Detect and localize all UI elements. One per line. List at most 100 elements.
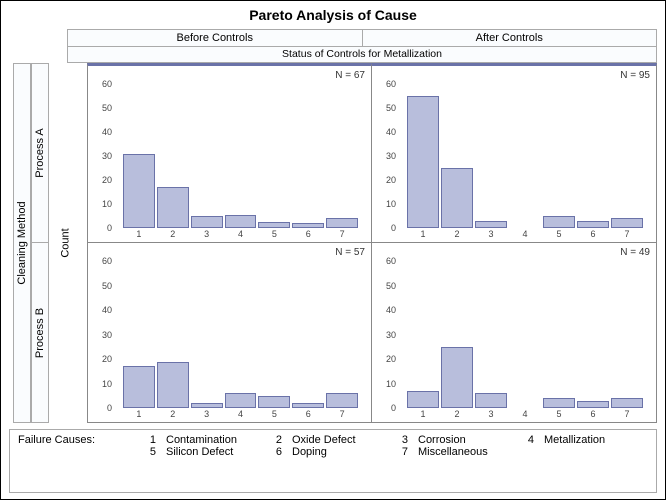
bar: [407, 96, 439, 228]
y-tick: 20: [102, 175, 112, 185]
bar: [191, 216, 223, 228]
x-tick: 4: [224, 229, 258, 241]
bar: [441, 168, 473, 228]
bars: [116, 249, 365, 408]
x-tick: 4: [224, 409, 258, 421]
x-tick: 1: [122, 409, 156, 421]
x-tick: 1: [406, 229, 440, 241]
bar: [225, 393, 257, 408]
x-tick: 7: [610, 409, 644, 421]
bars: [400, 249, 650, 408]
x-tick: 2: [440, 409, 474, 421]
x-ticks: 1234567: [116, 229, 365, 241]
y-tick: 0: [391, 403, 396, 413]
bar: [475, 221, 507, 228]
column-headers: Before Controls After Controls: [67, 29, 657, 47]
legend-item: 5 Silicon Defect: [144, 446, 270, 458]
legend-text: Doping: [292, 446, 327, 458]
bar: [577, 221, 609, 228]
legend-text: Contamination: [166, 434, 237, 446]
y-tick: 60: [386, 256, 396, 266]
bar: [258, 396, 290, 408]
bars: [400, 72, 650, 228]
y-tick: 40: [102, 127, 112, 137]
bar: [225, 215, 257, 228]
bar: [611, 218, 643, 228]
bar: [191, 403, 223, 408]
y-axis-label: Count: [60, 228, 72, 257]
legend: Failure Causes: 1 Contamination 2 Oxide …: [9, 429, 657, 493]
legend-title: Failure Causes:: [18, 434, 126, 446]
y-tick: 30: [102, 151, 112, 161]
y-tick: 20: [102, 354, 112, 364]
y-ticks: 0102030405060: [90, 72, 114, 228]
x-tick: 1: [122, 229, 156, 241]
legend-num: 6: [270, 446, 282, 458]
x-tick: 1: [406, 409, 440, 421]
x-tick: 2: [156, 229, 190, 241]
legend-text: Silicon Defect: [166, 446, 233, 458]
x-tick: 3: [474, 229, 508, 241]
bar: [157, 187, 189, 228]
col-header-before: Before Controls: [67, 29, 363, 47]
x-tick: 5: [257, 409, 291, 421]
panel-a-after: N = 95 0102030405060 1234567: [372, 63, 657, 243]
legend-item: 1 Contamination: [144, 434, 270, 446]
chart-container: Pareto Analysis of Cause Before Controls…: [0, 0, 666, 500]
panel-b-before: N = 57 0102030405060 1234567: [87, 243, 372, 423]
row-outer-label-text: Cleaning Method: [16, 201, 28, 284]
col-header-after: After Controls: [363, 29, 658, 47]
y-tick: 40: [102, 305, 112, 315]
legend-num: 1: [144, 434, 156, 446]
x-tick: 5: [542, 229, 576, 241]
y-tick: 20: [386, 354, 396, 364]
legend-num: 3: [396, 434, 408, 446]
y-tick: 60: [386, 79, 396, 89]
y-tick: 40: [386, 127, 396, 137]
chart-title: Pareto Analysis of Cause: [1, 1, 665, 27]
x-tick: 3: [474, 409, 508, 421]
legend-num: 2: [270, 434, 282, 446]
x-tick: 2: [156, 409, 190, 421]
y-tick: 30: [102, 330, 112, 340]
legend-num: 5: [144, 446, 156, 458]
legend-text: Metallization: [544, 434, 605, 446]
bar: [326, 393, 358, 408]
legend-text: Miscellaneous: [418, 446, 488, 458]
y-tick: 30: [386, 330, 396, 340]
bar: [543, 398, 575, 408]
x-tick: 6: [576, 229, 610, 241]
y-tick: 40: [386, 305, 396, 315]
bar: [157, 362, 189, 408]
y-tick: 50: [102, 281, 112, 291]
bar: [258, 222, 290, 228]
y-tick: 60: [102, 79, 112, 89]
bar: [475, 393, 507, 408]
y-tick: 50: [102, 103, 112, 113]
bar: [123, 154, 155, 228]
x-tick: 5: [542, 409, 576, 421]
legend-item: 2 Oxide Defect: [270, 434, 396, 446]
row-outer-label: Cleaning Method: [13, 63, 31, 423]
panel-grid: N = 67 0102030405060 1234567 N = 95 0102…: [87, 63, 657, 423]
row-header-a: Process A: [31, 63, 49, 243]
legend-item: 7 Miscellaneous: [396, 446, 522, 458]
legend-item: 6 Doping: [270, 446, 396, 458]
y-tick: 50: [386, 103, 396, 113]
x-tick: 6: [291, 409, 325, 421]
bar: [292, 223, 324, 228]
y-ticks: 0102030405060: [374, 249, 398, 408]
legend-text: Oxide Defect: [292, 434, 356, 446]
bar: [123, 366, 155, 408]
row-header-b: Process B: [31, 243, 49, 423]
bars: [116, 72, 365, 228]
bar: [407, 391, 439, 408]
chart-subtitle: Status of Controls for Metallization: [67, 47, 657, 63]
panel-b-after: N = 49 0102030405060 1234567: [372, 243, 657, 423]
legend-item: 4 Metallization: [522, 434, 648, 446]
legend-text: Corrosion: [418, 434, 466, 446]
x-tick: 6: [291, 229, 325, 241]
y-tick: 10: [386, 379, 396, 389]
y-tick: 0: [391, 223, 396, 233]
y-tick: 10: [102, 199, 112, 209]
